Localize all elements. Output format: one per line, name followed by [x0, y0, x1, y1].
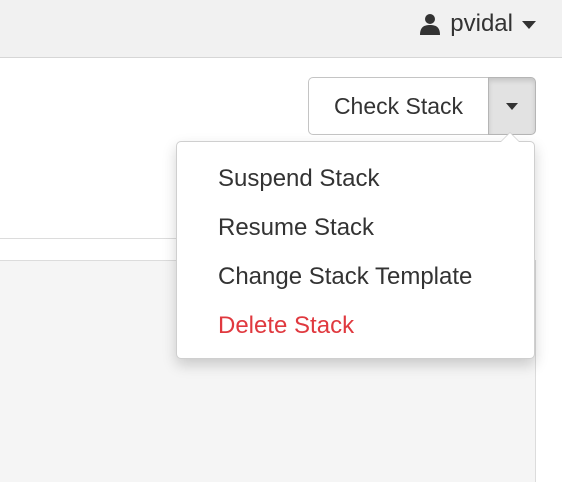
check-stack-button[interactable]: Check Stack: [308, 77, 488, 135]
caret-down-icon: [506, 102, 518, 110]
stack-actions-button-group: Check Stack: [308, 77, 536, 135]
menu-item-suspend-stack[interactable]: Suspend Stack: [177, 154, 534, 203]
actions-dropdown-toggle[interactable]: [488, 77, 536, 135]
page: pvidal Check Stack Suspend Stack Resume …: [0, 0, 562, 482]
menu-item-change-stack-template[interactable]: Change Stack Template: [177, 252, 534, 301]
actions-dropdown-menu: Suspend Stack Resume Stack Change Stack …: [176, 132, 535, 359]
menu-item-resume-stack[interactable]: Resume Stack: [177, 203, 534, 252]
user-name: pvidal: [450, 10, 513, 37]
user-icon: [419, 13, 441, 35]
user-menu[interactable]: pvidal: [419, 10, 536, 38]
dropdown-pointer-inner: [501, 133, 519, 142]
caret-down-icon: [522, 21, 536, 29]
menu-item-delete-stack[interactable]: Delete Stack: [177, 301, 534, 350]
top-navbar: pvidal: [0, 0, 562, 58]
